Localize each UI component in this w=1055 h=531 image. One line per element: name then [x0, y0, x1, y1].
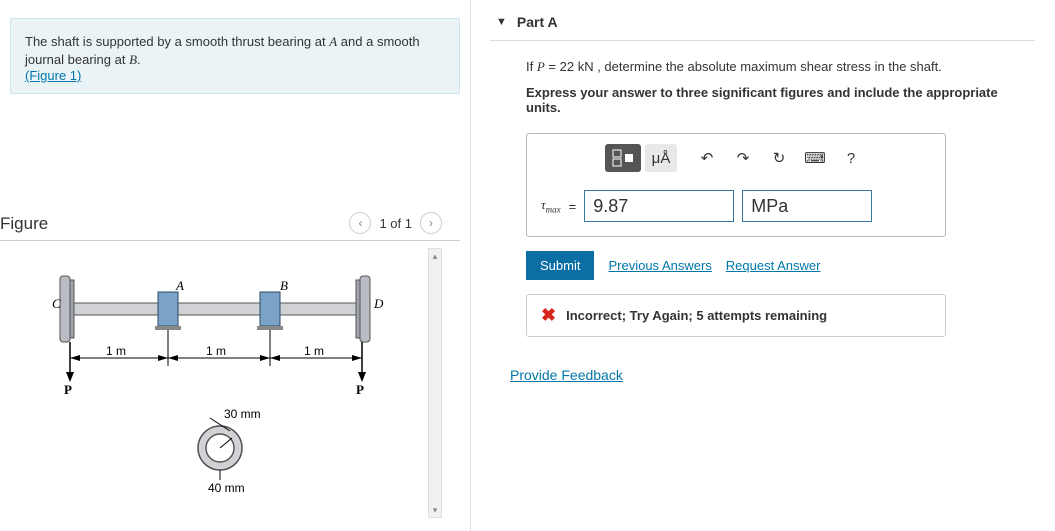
problem-text: The shaft is supported by a smooth thrus… — [25, 34, 329, 49]
problem-statement: The shaft is supported by a smooth thrus… — [10, 18, 460, 94]
question-instruction: Express your answer to three significant… — [526, 85, 1035, 115]
answer-symbol: τmax — [541, 197, 561, 215]
point-a: A — [329, 34, 337, 49]
incorrect-icon: ✖ — [541, 305, 556, 326]
figure-prev-button[interactable]: ‹ — [349, 212, 371, 234]
collapse-icon: ▼ — [496, 16, 507, 28]
equals-sign: = — [569, 199, 577, 214]
help-button[interactable]: ? — [835, 144, 867, 172]
part-header[interactable]: ▼ Part A — [490, 0, 1035, 41]
answer-unit-input[interactable] — [742, 190, 872, 222]
figure-header: Figure ‹ 1 of 1 › — [0, 214, 460, 241]
figure-link[interactable]: (Figure 1) — [25, 68, 81, 83]
reset-button[interactable]: ↻ — [763, 144, 795, 172]
scroll-down-icon[interactable]: ▾ — [429, 503, 441, 517]
request-answer-link[interactable]: Request Answer — [726, 258, 821, 273]
provide-feedback-link[interactable]: Provide Feedback — [510, 367, 623, 383]
figure-diagram: C A B D P P 1 m 1 m 1 m 30 mm 40 mm — [10, 248, 440, 518]
figure-next-button[interactable]: › — [420, 212, 442, 234]
problem-text: . — [137, 52, 141, 67]
answer-value-input[interactable] — [584, 190, 734, 222]
label-p1: P — [64, 382, 72, 397]
label-a: A — [175, 278, 184, 293]
dim-ro: 40 mm — [208, 481, 245, 495]
redo-button[interactable]: ↷ — [727, 144, 759, 172]
label-b: B — [280, 278, 288, 293]
part-title: Part A — [517, 14, 558, 30]
submit-button[interactable]: Submit — [526, 251, 594, 280]
dim-2: 1 m — [206, 344, 226, 358]
label-p2: P — [356, 382, 364, 397]
point-b: B — [129, 52, 137, 67]
answer-toolbar: μÅ ↶ ↷ ↻ ⌨ ? — [527, 134, 945, 182]
dim-3: 1 m — [304, 344, 324, 358]
dim-ri: 30 mm — [224, 407, 261, 421]
label-c: C — [52, 296, 61, 311]
templates-button[interactable] — [605, 144, 641, 172]
question-text: If P = 22 kN , determine the absolute ma… — [526, 59, 1035, 75]
previous-answers-link[interactable]: Previous Answers — [608, 258, 711, 273]
undo-button[interactable]: ↶ — [691, 144, 723, 172]
keyboard-button[interactable]: ⌨ — [799, 144, 831, 172]
figure-title: Figure — [0, 214, 48, 233]
figure-pager: 1 of 1 — [379, 216, 412, 231]
feedback-message: ✖ Incorrect; Try Again; 5 attempts remai… — [526, 294, 946, 337]
figure-scrollbar[interactable]: ▴ ▾ — [428, 248, 442, 518]
label-d: D — [373, 296, 384, 311]
answer-panel: μÅ ↶ ↷ ↻ ⌨ ? τmax = — [526, 133, 946, 237]
feedback-text: Incorrect; Try Again; 5 attempts remaini… — [566, 308, 827, 323]
dim-1: 1 m — [106, 344, 126, 358]
units-button[interactable]: μÅ — [645, 144, 677, 172]
scroll-up-icon[interactable]: ▴ — [429, 249, 441, 263]
